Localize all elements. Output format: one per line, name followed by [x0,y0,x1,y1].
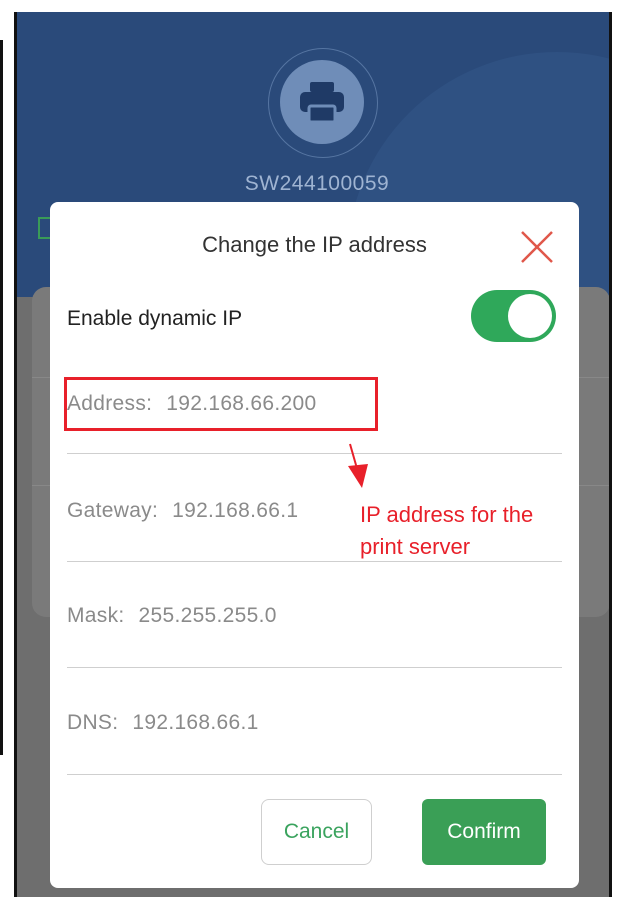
mask-value: 255.255.255.0 [138,604,277,627]
divider [67,453,562,454]
address-highlight-box [64,377,378,431]
divider [67,774,562,775]
phone-edge-left [14,12,17,897]
annotation-line-2: print server [360,534,471,559]
close-icon [521,231,553,263]
cancel-button[interactable]: Cancel [261,799,372,865]
mask-label: Mask: [67,604,125,627]
gateway-value: 192.168.66.1 [172,499,299,522]
annotation-text: IP address for the print server [360,499,580,563]
arrow-down-icon [348,443,368,488]
device-name: SW244100059 [244,172,390,195]
left-frame-border [0,40,3,755]
dynamic-ip-label: Enable dynamic IP [67,307,243,330]
printer-avatar [280,60,364,144]
printer-icon [300,82,344,124]
gateway-label: Gateway: [67,499,159,522]
gateway-field[interactable]: Gateway: 192.168.66.1 [67,499,298,523]
dynamic-ip-toggle[interactable] [471,290,556,342]
divider [67,667,562,668]
dns-value: 192.168.66.1 [132,711,259,734]
dns-label: DNS: [67,711,119,734]
annotation-line-1: IP address for the [360,502,534,527]
toggle-knob [508,294,552,338]
close-button[interactable] [518,228,556,266]
change-ip-dialog: Change the IP address Enable dynamic IP … [50,202,579,888]
phone-edge-right [609,12,612,897]
dialog-title: Change the IP address [202,232,427,257]
confirm-button[interactable]: Confirm [422,799,546,865]
divider [67,561,562,562]
mask-field[interactable]: Mask: 255.255.255.0 [67,604,277,628]
dns-field[interactable]: DNS: 192.168.66.1 [67,711,259,735]
